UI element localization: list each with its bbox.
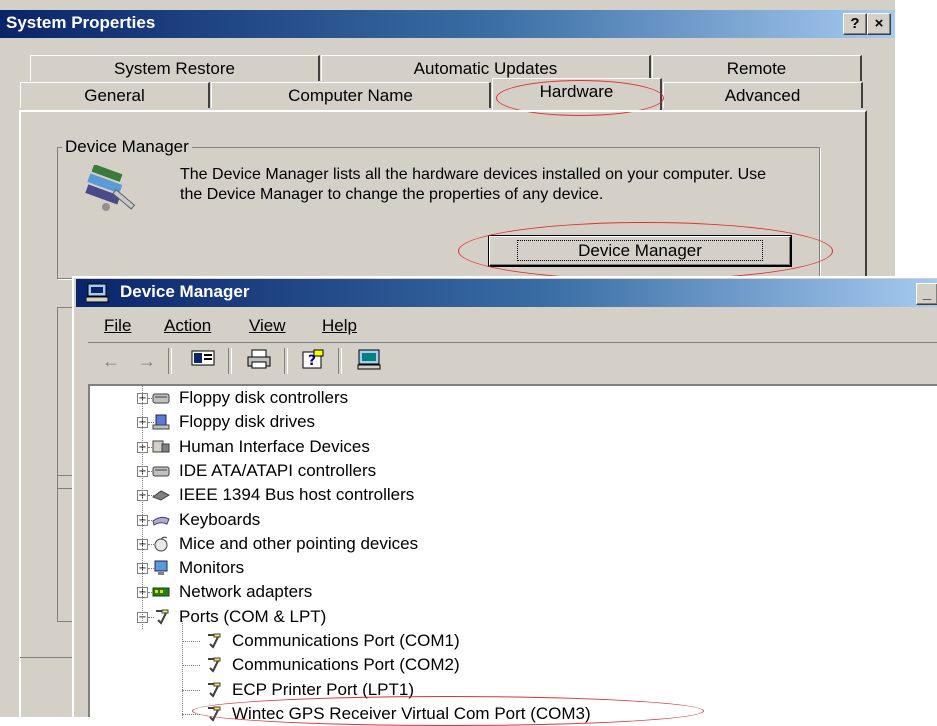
port-icon bbox=[152, 609, 170, 625]
tree-category-label: IDE ATA/ATAPI controllers bbox=[179, 460, 377, 480]
port-icon bbox=[204, 633, 222, 649]
floppy-drive-icon bbox=[152, 414, 170, 430]
tab-computer-name[interactable]: Computer Name bbox=[211, 82, 491, 108]
tab-system-restore[interactable]: System Restore bbox=[30, 55, 320, 81]
keyboard-icon bbox=[152, 512, 170, 528]
help-icon[interactable]: ? bbox=[298, 348, 328, 374]
tree-connector bbox=[182, 665, 200, 667]
expand-icon[interactable]: + bbox=[137, 563, 148, 575]
tree-connector bbox=[182, 641, 200, 642]
device-manager-description: The Device Manager lists all the hardwar… bbox=[180, 166, 767, 203]
mouse-icon bbox=[152, 536, 170, 552]
network-adapter-icon bbox=[152, 584, 170, 600]
forward-icon[interactable]: → bbox=[132, 348, 162, 374]
hid-icon bbox=[152, 439, 170, 455]
toolbar-separator bbox=[168, 348, 172, 374]
expand-icon[interactable]: + bbox=[137, 538, 148, 550]
tree-port-label: Communications Port (COM1) bbox=[232, 631, 460, 650]
device-manager-title: Device Manager bbox=[120, 282, 250, 301]
close-button[interactable]: × bbox=[867, 13, 891, 35]
monitor-icon bbox=[152, 560, 170, 576]
tree-category-label: Ports (COM & LPT) bbox=[179, 606, 327, 626]
help-button[interactable]: ? bbox=[843, 13, 867, 35]
tree-category-label: IEEE 1394 Bus host controllers bbox=[179, 485, 415, 505]
toolbar-separator bbox=[284, 348, 288, 374]
device-manager-button-annotation bbox=[458, 222, 833, 280]
tree-category-label: Floppy disk drives bbox=[179, 412, 316, 432]
back-icon[interactable]: ← bbox=[96, 348, 126, 374]
expand-icon[interactable]: + bbox=[137, 587, 148, 599]
properties-view-icon[interactable] bbox=[188, 348, 218, 374]
tab-advanced[interactable]: Advanced bbox=[663, 82, 863, 108]
expand-icon[interactable]: + bbox=[137, 465, 148, 477]
device-manager-icon bbox=[78, 164, 148, 221]
expand-icon[interactable]: + bbox=[137, 490, 148, 502]
tab-remote[interactable]: Remote bbox=[652, 55, 862, 81]
expand-icon[interactable]: + bbox=[137, 514, 148, 526]
device-manager-app-icon bbox=[85, 282, 110, 304]
toolbar: ← → ? bbox=[88, 344, 937, 378]
ide-controller-icon bbox=[152, 463, 170, 479]
tree-category-label: Mice and other pointing devices bbox=[179, 533, 419, 553]
system-properties-titlebar[interactable]: System Properties ? × bbox=[0, 10, 895, 38]
expand-icon[interactable]: + bbox=[137, 441, 148, 453]
expand-icon[interactable]: + bbox=[137, 393, 148, 404]
menu-bar: File Action View Help bbox=[104, 316, 924, 340]
menu-file-label: File bbox=[104, 316, 132, 335]
computer-icon[interactable] bbox=[354, 348, 384, 374]
device-manager-titlebar[interactable]: Device Manager _ bbox=[76, 279, 937, 307]
disk-controller-icon bbox=[152, 390, 170, 406]
menu-help-label: Help bbox=[322, 316, 357, 335]
port-icon bbox=[204, 657, 222, 673]
menu-view-label: View bbox=[249, 316, 286, 335]
toolbar-separator bbox=[228, 348, 232, 374]
port-icon bbox=[204, 682, 222, 698]
wintec-port-annotation bbox=[192, 696, 704, 726]
collapse-icon[interactable]: − bbox=[137, 611, 148, 623]
menu-action-label: Action bbox=[164, 316, 212, 335]
tree-category-label: Floppy disk controllers bbox=[179, 388, 349, 407]
minimize-button[interactable]: _ bbox=[916, 283, 937, 305]
tree-connector bbox=[182, 689, 200, 691]
tree-category-label: Monitors bbox=[179, 558, 245, 578]
menu-separator bbox=[88, 342, 937, 343]
print-icon[interactable] bbox=[244, 348, 274, 374]
panel-bottom-line bbox=[20, 657, 80, 658]
expand-icon[interactable]: + bbox=[137, 417, 148, 429]
tree-category-label: Network adapters bbox=[179, 582, 313, 602]
device-manager-group-label: Device Manager bbox=[62, 137, 192, 157]
tree-port-label: Communications Port (COM2) bbox=[232, 655, 460, 675]
tree-category-label: Keyboards bbox=[179, 509, 261, 529]
window-title: System Properties bbox=[6, 13, 156, 32]
firewire-icon bbox=[151, 487, 171, 503]
toolbar-separator bbox=[338, 348, 342, 374]
tab-general[interactable]: General bbox=[20, 82, 210, 108]
tree-category-label: Human Interface Devices bbox=[179, 436, 370, 456]
